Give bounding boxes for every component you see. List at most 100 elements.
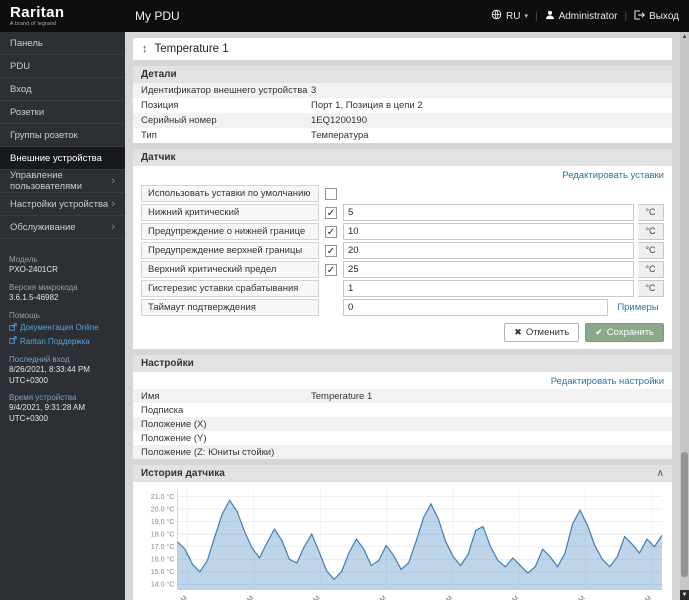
scroll-up-icon[interactable]: ▲ (680, 32, 689, 42)
threshold-row: Таймаут подтверждения Примеры (141, 299, 664, 316)
examples-link[interactable]: Примеры (612, 302, 664, 313)
unit-label: °C (638, 204, 664, 221)
online-docs-link[interactable]: Документация Online (9, 323, 116, 334)
language-menu[interactable]: RU ▾ (491, 9, 528, 23)
settings-section: Настройки Редактировать настройки Имя Tem… (133, 355, 672, 459)
support-label: Raritan Поддержка (20, 336, 90, 346)
logout-button[interactable]: Выход (634, 9, 679, 23)
sidebar-item-label: Обслуживание (10, 221, 76, 233)
threshold-input[interactable] (343, 223, 634, 240)
sidebar-item[interactable]: Вход (0, 78, 125, 101)
online-docs-label: Документация Online (20, 323, 99, 333)
chevron-right-icon: › (111, 174, 115, 187)
model-value: PXO-2401CR (9, 265, 58, 275)
sensor-sort-icon[interactable]: ↕ (142, 43, 148, 55)
collapse-icon[interactable]: ∧ (657, 468, 664, 479)
user-icon (545, 10, 555, 23)
language-label: RU (505, 10, 521, 22)
table-row: Тип Температура (133, 128, 672, 143)
sidebar-item[interactable]: Группы розеток (0, 124, 125, 147)
edit-thresholds-link[interactable]: Редактировать уставки (562, 170, 664, 181)
firmware-label: Версия микрокода (9, 282, 78, 292)
sidebar-info: Модель PXO-2401CR Версия микрокода 3.6.1… (0, 239, 125, 424)
top-bar-actions: RU ▾ | Administrator | Выход (491, 9, 689, 23)
svg-text:17.0 °C: 17.0 °C (151, 543, 175, 551)
settings-title: Настройки (141, 358, 194, 369)
vertical-scrollbar[interactable]: ▲ ▼ (680, 32, 689, 600)
table-row: Идентификатор внешнего устройства 3 (133, 83, 672, 98)
checkbox-slot: ✓ (323, 244, 339, 257)
top-bar: Raritan A brand of legrand My PDU RU ▾ |… (0, 0, 689, 32)
edit-thresholds-row: Редактировать уставки (133, 166, 672, 183)
form-buttons: ✖ Отменить ✔ Сохранить (133, 318, 672, 349)
threshold-input[interactable] (343, 280, 634, 297)
external-link-icon (9, 323, 17, 334)
sensor-header: Датчик (133, 149, 672, 166)
caret-down-icon: ▾ (524, 13, 528, 20)
chart-canvas: 21.0 °C 20.0 °C 19.0 °C 18.0 °C 17.0 °C 16.0 … (151, 488, 663, 600)
threshold-checkbox[interactable]: ✓ (325, 263, 337, 276)
sidebar-item[interactable]: Розетки (0, 101, 125, 124)
sidebar-item[interactable]: Внешние устройства (0, 147, 125, 170)
details-section: Детали Идентификатор внешнего устройства… (133, 66, 672, 143)
svg-text:15.0 °C: 15.0 °C (151, 568, 175, 576)
cancel-button[interactable]: ✖ Отменить (504, 323, 580, 342)
settings-header: Настройки (133, 355, 672, 372)
main-content: ↕ Temperature 1 Детали Идентификатор вне… (125, 32, 680, 600)
row-label: Тип (141, 130, 157, 141)
svg-text:18.0 °C: 18.0 °C (151, 531, 175, 539)
sidebar: Панель PDU Вход Розетки Группы розеток Внешни… (0, 32, 125, 600)
threshold-checkbox[interactable] (325, 187, 337, 200)
threshold-checkbox[interactable]: ✓ (325, 225, 337, 238)
firmware-value: 3.6.1.5-46982 (9, 293, 59, 303)
svg-text::37 AM: :37 AM (633, 595, 654, 600)
checkbox-slot: ✓ (323, 263, 339, 276)
threshold-input[interactable] (343, 204, 634, 221)
sidebar-item-label: Розетки (10, 106, 45, 118)
svg-text::37 AM: :37 AM (235, 595, 256, 600)
threshold-row: Верхний критический предел ✓ °C (141, 261, 664, 278)
app-title: My PDU (135, 9, 180, 23)
raritan-logo: Raritan A brand of legrand (0, 5, 125, 27)
history-section: История датчика ∧ 21.0 °C 20.0 °C 19.0 °C 1… (133, 465, 672, 600)
sidebar-item[interactable]: Обслуживание › (0, 216, 125, 239)
help-label: Помощь (9, 310, 40, 320)
svg-text::17 AM: :17 AM (500, 595, 521, 600)
sidebar-item[interactable]: Настройки устройства › (0, 193, 125, 216)
svg-text::27 AM: :27 AM (168, 595, 189, 600)
checkbox-slot: ✓ (323, 225, 339, 238)
sidebar-item[interactable]: Панель (0, 32, 125, 55)
table-row: Положение (Y) (133, 431, 672, 445)
threshold-input[interactable] (343, 299, 608, 316)
sidebar-item-label: Вход (10, 83, 32, 95)
svg-text::07 AM: :07 AM (434, 595, 455, 600)
row-value: 1EQ1200190 (311, 115, 367, 126)
unit-label: °C (638, 261, 664, 278)
cancel-label: Отменить (525, 327, 570, 338)
field-label: Использовать уставки по умолчанию (141, 185, 319, 202)
sidebar-item[interactable]: PDU (0, 55, 125, 78)
sidebar-item-label: Настройки устройства (10, 198, 109, 210)
save-button[interactable]: ✔ Сохранить (585, 323, 664, 342)
support-link[interactable]: Raritan Поддержка (9, 336, 116, 347)
field-label: Гистерезис уставки срабатывания (141, 280, 319, 297)
device-time-value: 9/4/2021, 9:31:28 AM UTC+0300 (9, 403, 86, 423)
row-label: Подписка (141, 404, 184, 416)
scrollbar-thumb[interactable] (681, 452, 688, 577)
threshold-input[interactable] (343, 242, 634, 259)
scroll-down-icon[interactable]: ▼ (680, 590, 689, 600)
sensor-history-chart: 21.0 °C 20.0 °C 19.0 °C 18.0 °C 17.0 °C 16.0 … (133, 482, 672, 600)
sidebar-item[interactable]: Управление пользователями › (0, 170, 125, 193)
row-label: Идентификатор внешнего устройства (141, 85, 308, 96)
page-title: Temperature 1 (154, 43, 229, 55)
edit-settings-link[interactable]: Редактировать настройки (551, 376, 664, 387)
unit-label: °C (638, 280, 664, 297)
field-label: Верхний критический предел (141, 261, 319, 278)
threshold-checkbox[interactable]: ✓ (325, 206, 337, 219)
history-header: История датчика ∧ (133, 465, 672, 482)
svg-text:20.0 °C: 20.0 °C (151, 505, 175, 513)
user-menu[interactable]: Administrator (545, 10, 617, 23)
app-root: Raritan A brand of legrand My PDU RU ▾ |… (0, 0, 689, 600)
threshold-input[interactable] (343, 261, 634, 278)
threshold-checkbox[interactable]: ✓ (325, 244, 337, 257)
